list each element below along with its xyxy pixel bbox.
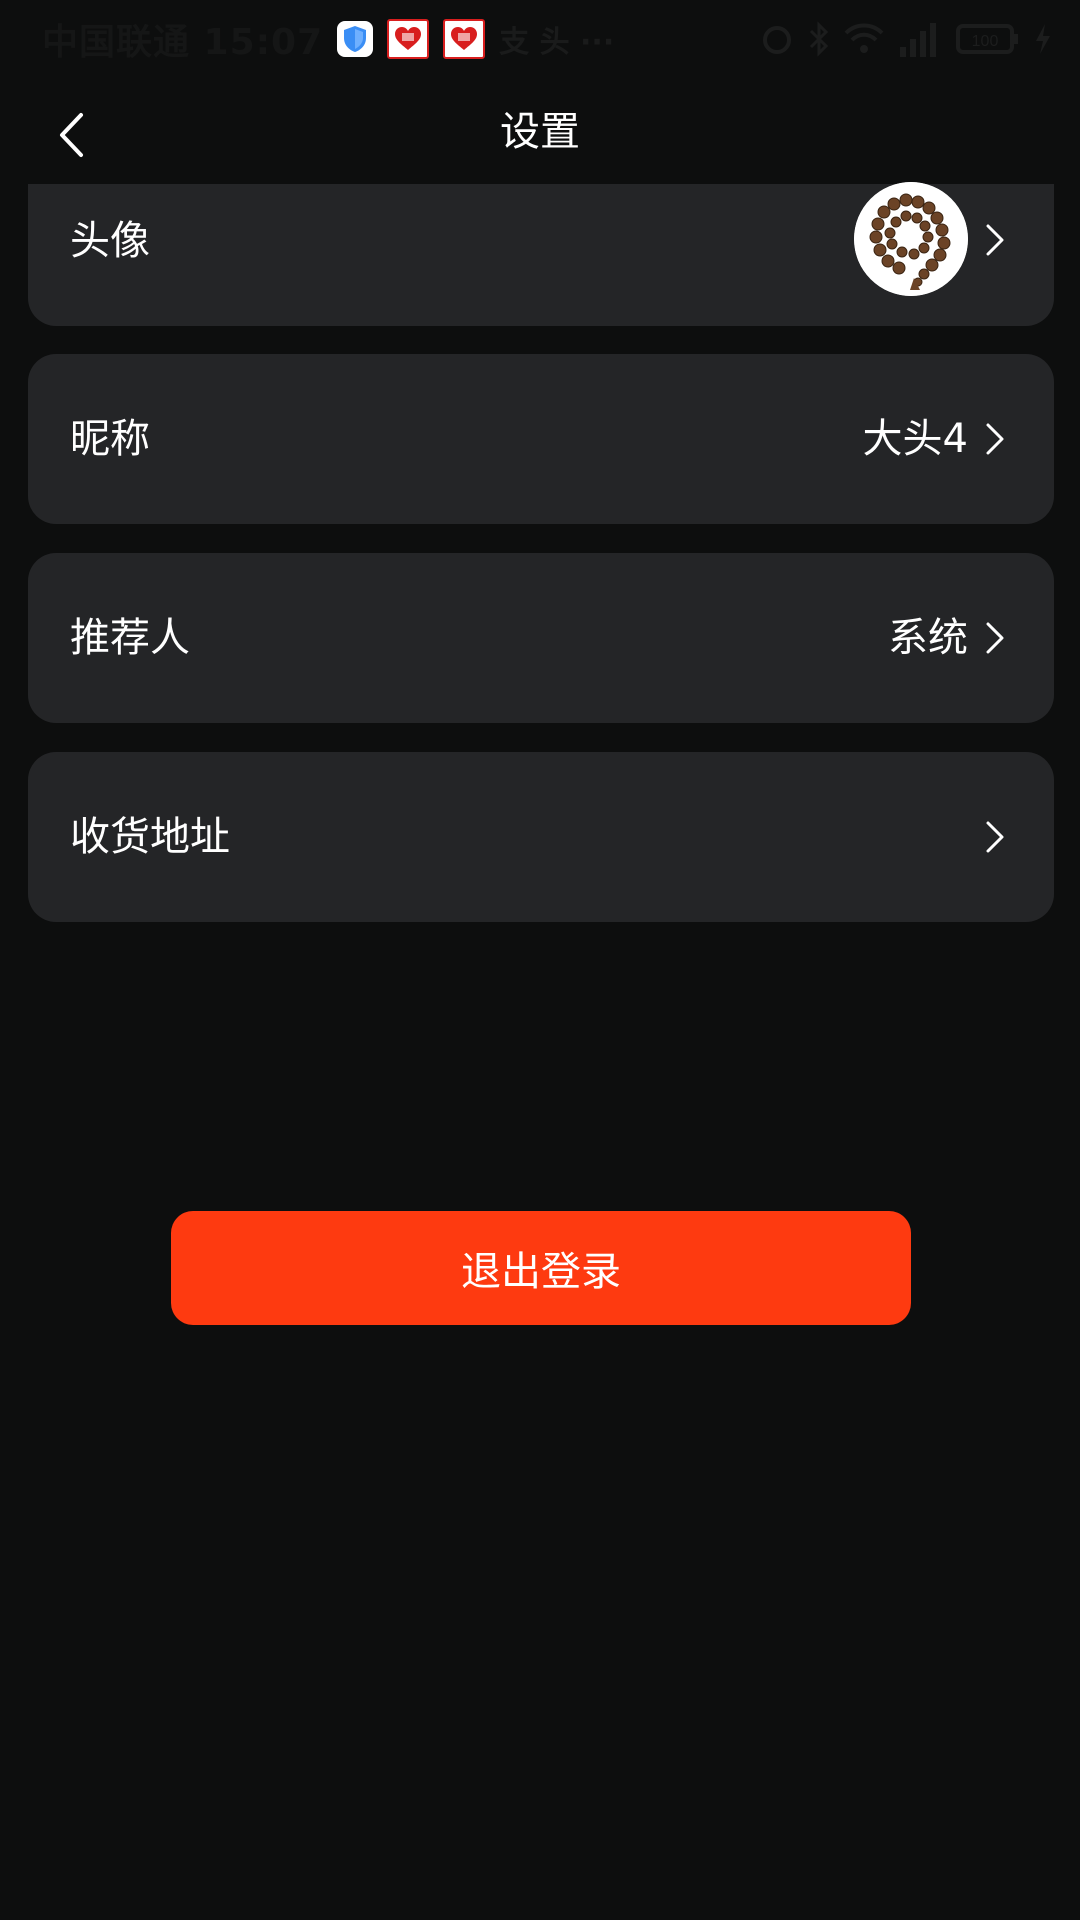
heart-app-icon: [387, 19, 430, 59]
notification-overflow: 支 头 ···: [499, 25, 615, 60]
nav-header: 设置: [0, 84, 1080, 184]
nickname-row[interactable]: 昵称 大头4: [28, 354, 1054, 524]
bluetooth-icon: [809, 21, 829, 57]
address-row[interactable]: 收货地址: [28, 752, 1054, 922]
logout-button[interactable]: 退出登录: [171, 1211, 911, 1325]
nickname-value: 大头4: [862, 416, 968, 462]
avatar-label: 头像: [70, 218, 150, 264]
chevron-right-icon: [986, 423, 1004, 455]
battery-icon: 100: [956, 24, 1018, 54]
chevron-right-icon: [986, 224, 1004, 256]
logout-label: 退出登录: [461, 1249, 621, 1295]
referrer-label: 推荐人: [70, 615, 190, 661]
chevron-right-icon: [986, 622, 1004, 654]
address-label: 收货地址: [70, 814, 230, 860]
heart-app-icon: [443, 19, 486, 59]
carrier-time: 中国联通 15:07: [42, 22, 324, 63]
settings-screen: 中国联通 15:07 支 头 ··· 100 设置 头像 昵称 大头4 推荐人 …: [0, 0, 1080, 1920]
avatar[interactable]: [854, 182, 968, 296]
avatar-row[interactable]: 头像: [28, 182, 1054, 326]
battery-level: 100: [972, 33, 999, 50]
charging-icon: [1036, 24, 1050, 54]
status-bar: 中国联通 15:07 支 头 ··· 100: [0, 0, 1080, 76]
wifi-icon: [844, 23, 884, 53]
nickname-label: 昵称: [70, 416, 150, 462]
chevron-right-icon: [986, 821, 1004, 853]
status-right: 100: [760, 16, 1052, 62]
signal-icon: [900, 23, 936, 57]
prayer-beads-image: [854, 182, 968, 296]
page-title: 设置: [500, 109, 580, 155]
referrer-value: 系统: [888, 615, 968, 661]
referrer-row[interactable]: 推荐人 系统: [28, 553, 1054, 723]
status-left: 中国联通 15:07 支 头 ···: [42, 14, 614, 64]
security-app-icon: [337, 21, 374, 57]
alarm-icon: [763, 26, 791, 54]
